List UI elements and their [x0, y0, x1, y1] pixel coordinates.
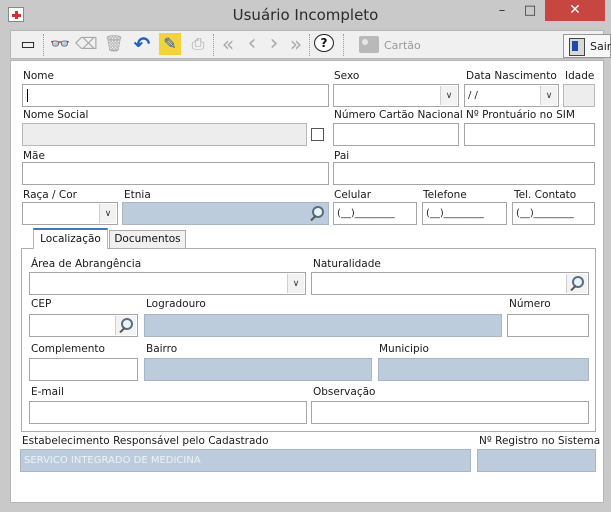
pai-label: Pai: [334, 150, 350, 162]
raca-cor-label: Raça / Cor: [23, 189, 77, 201]
nome-social-label: Nome Social: [23, 109, 89, 121]
naturalidade-label: Naturalidade: [313, 258, 381, 270]
cep-label: CEP: [31, 298, 52, 310]
nome-input[interactable]: [22, 84, 329, 107]
edit-icon[interactable]: ✎: [159, 33, 181, 55]
logradouro-label: Logradouro: [146, 298, 206, 310]
municipio-label: Municipio: [379, 343, 429, 355]
tab-documentos[interactable]: Documentos: [109, 230, 186, 249]
toolbar-separator: [213, 34, 215, 56]
first-record-icon[interactable]: «: [217, 33, 239, 55]
bairro-label: Bairro: [146, 343, 178, 355]
celular-value: (__)________: [337, 208, 395, 219]
observacao-label: Observação: [313, 386, 376, 398]
chevron-down-icon: ∨: [540, 86, 557, 105]
sexo-select[interactable]: ∨: [333, 84, 459, 107]
print-icon[interactable]: ⎙: [187, 33, 209, 55]
cep-input[interactable]: [29, 314, 138, 337]
exit-label: Sair: [590, 40, 611, 53]
toolbar-separator: [43, 34, 45, 56]
estabelecimento-field: SERVICO INTEGRADO DE MEDICINA: [20, 449, 471, 472]
data-nascimento-label: Data Nascimento: [466, 70, 557, 82]
nome-social-checkbox[interactable]: [311, 128, 324, 141]
numero-cartao-label: Número Cartão Nacional: [334, 109, 463, 121]
idade-label: Idade: [565, 70, 595, 82]
area-abrangencia-select[interactable]: ∨: [29, 272, 306, 295]
idade-field: [563, 84, 595, 107]
data-nascimento-picker[interactable]: / / ∨: [464, 84, 559, 107]
minimize-button[interactable]: –: [488, 0, 516, 21]
close-button[interactable]: ✕: [545, 0, 605, 21]
etnia-label: Etnia: [124, 189, 151, 201]
area-abrangencia-label: Área de Abrangência: [31, 258, 142, 270]
telefone-value: (__)________: [426, 208, 484, 219]
pai-input[interactable]: [333, 162, 595, 185]
bairro-input[interactable]: [144, 358, 372, 381]
next-record-icon[interactable]: ›: [263, 33, 285, 55]
form-panel: Nome Sexo ∨ Data Nascimento / / ∨ Idade …: [10, 60, 604, 503]
tel-contato-input[interactable]: (__)________: [512, 202, 595, 225]
localizacao-panel: Área de Abrangência ∨ Naturalidade CEP L…: [21, 248, 596, 432]
logradouro-input[interactable]: [144, 314, 502, 337]
raca-cor-select[interactable]: ∨: [22, 202, 118, 225]
email-label: E-mail: [31, 386, 64, 398]
eraser-icon[interactable]: ⌫: [75, 33, 98, 55]
naturalidade-input[interactable]: [311, 272, 589, 295]
prontuario-input[interactable]: [464, 123, 595, 146]
numero-cartao-input[interactable]: [333, 123, 459, 146]
toolbar-separator: [309, 34, 311, 56]
nome-social-input[interactable]: [22, 123, 307, 146]
binoculars-icon[interactable]: 👓: [49, 33, 71, 55]
mae-input[interactable]: [22, 162, 329, 185]
search-icon[interactable]: [566, 274, 587, 293]
complemento-label: Complemento: [31, 343, 105, 355]
numero-label: Número: [509, 298, 551, 310]
card-button[interactable]: Cartão: [384, 39, 421, 52]
data-nascimento-value: / /: [468, 90, 478, 101]
celular-label: Celular: [334, 189, 372, 201]
previous-record-icon[interactable]: ‹: [241, 33, 263, 55]
search-icon[interactable]: [307, 204, 327, 223]
etnia-input[interactable]: [122, 202, 329, 225]
card-icon: [359, 36, 379, 53]
prontuario-label: Nº Prontuário no SIM: [466, 109, 575, 121]
telefone-label: Telefone: [423, 189, 467, 201]
exit-button[interactable]: Sair: [563, 34, 611, 58]
tab-localizacao[interactable]: Localização: [33, 228, 108, 249]
mae-label: Mãe: [23, 150, 45, 162]
toolbar: ▭ 👓 ⌫ 🗑 ↶ ✎ ⎙ « ‹ › » ? Cartão Sair: [10, 30, 611, 59]
chevron-down-icon: ∨: [440, 86, 457, 105]
tel-contato-label: Tel. Contato: [514, 189, 577, 201]
municipio-input[interactable]: [378, 358, 589, 381]
help-icon[interactable]: ?: [314, 34, 334, 52]
estabelecimento-label: Estabelecimento Responsável pelo Cadastr…: [22, 435, 269, 447]
exit-door-icon: [569, 38, 585, 56]
estabelecimento-value: SERVICO INTEGRADO DE MEDICINA: [24, 455, 201, 466]
email-input[interactable]: [29, 401, 307, 424]
new-document-icon[interactable]: ▭: [17, 33, 39, 55]
trash-icon[interactable]: 🗑: [103, 33, 125, 55]
search-icon[interactable]: [115, 316, 136, 335]
registro-field: [477, 449, 596, 472]
chevron-down-icon: ∨: [287, 274, 304, 293]
numero-input[interactable]: [507, 314, 589, 337]
nome-label: Nome: [23, 70, 54, 82]
complemento-input[interactable]: [29, 358, 138, 381]
tel-contato-value: (__)________: [516, 208, 574, 219]
observacao-input[interactable]: [311, 401, 589, 424]
registro-label: Nº Registro no Sistema: [479, 435, 601, 447]
sexo-label: Sexo: [334, 70, 360, 82]
maximize-button[interactable]: □: [516, 0, 544, 21]
text-cursor: [27, 89, 28, 102]
chevron-down-icon: ∨: [99, 204, 116, 223]
telefone-input[interactable]: (__)________: [422, 202, 507, 225]
last-record-icon[interactable]: »: [285, 33, 307, 55]
toolbar-separator: [343, 34, 345, 56]
undo-icon[interactable]: ↶: [131, 33, 153, 55]
celular-input[interactable]: (__)________: [333, 202, 417, 225]
